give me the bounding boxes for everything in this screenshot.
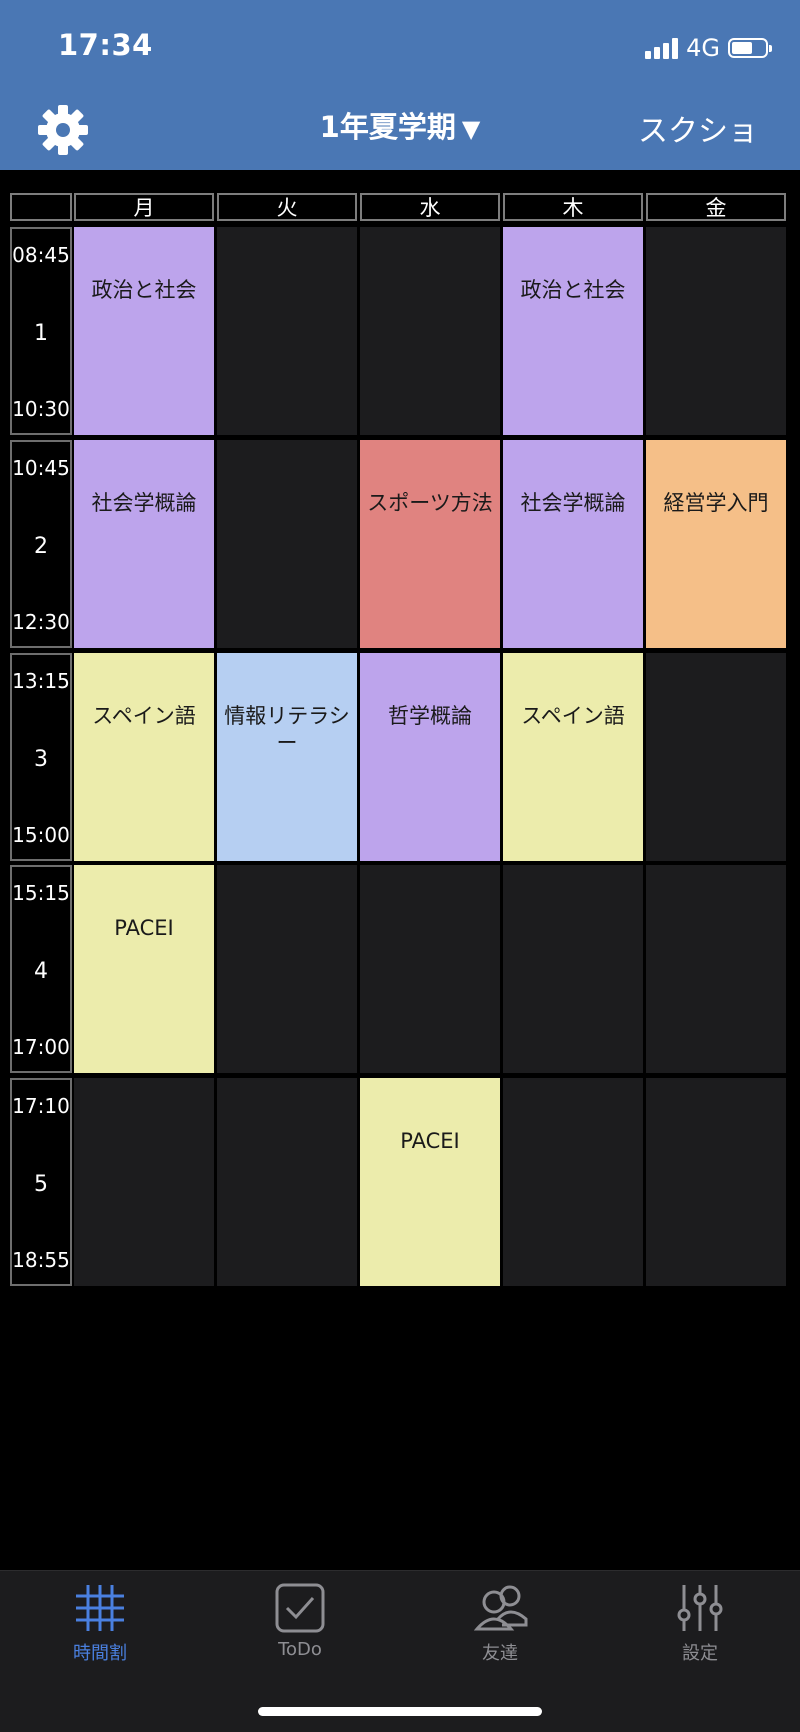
period-number: 3 bbox=[34, 747, 48, 772]
tab-timetable[interactable]: 時間割 bbox=[0, 1571, 200, 1681]
empty-cell[interactable] bbox=[360, 227, 500, 435]
empty-cell[interactable] bbox=[503, 865, 643, 1073]
period-start-time: 10:45 bbox=[12, 456, 70, 480]
period-start-time: 13:15 bbox=[12, 669, 70, 693]
course-name: PACEI bbox=[114, 916, 174, 940]
period-time-column: 10:45 2 12:30 bbox=[10, 440, 72, 648]
empty-cell[interactable] bbox=[646, 865, 786, 1073]
day-header: 木 bbox=[503, 193, 643, 221]
period-start-time: 08:45 bbox=[12, 243, 70, 267]
course-name: 政治と社会 bbox=[520, 278, 626, 302]
course-name: 経営学入門 bbox=[663, 491, 769, 515]
corner-header bbox=[10, 193, 72, 221]
course-cell[interactable]: 哲学概論 bbox=[360, 653, 500, 861]
day-header: 火 bbox=[217, 193, 357, 221]
course-cell[interactable]: PACEI bbox=[74, 865, 214, 1073]
course-name: 社会学概論 bbox=[91, 491, 197, 515]
course-name: 哲学概論 bbox=[388, 704, 472, 728]
period-end-time: 10:30 bbox=[12, 397, 70, 421]
course-cell[interactable]: スペイン語 bbox=[74, 653, 214, 861]
tab-friends[interactable]: 友達 bbox=[400, 1571, 600, 1681]
course-name: 情報リテラシー bbox=[224, 704, 350, 755]
grid-icon bbox=[76, 1585, 124, 1631]
course-name: 政治と社会 bbox=[91, 278, 197, 302]
period-number: 2 bbox=[34, 534, 48, 559]
period-time-column: 13:15 3 15:00 bbox=[10, 653, 72, 861]
course-cell[interactable]: 経営学入門 bbox=[646, 440, 786, 648]
period-time-column: 17:10 5 18:55 bbox=[10, 1078, 72, 1286]
course-name: スペイン語 bbox=[92, 704, 196, 728]
tab-todo[interactable]: ToDo bbox=[200, 1571, 400, 1681]
tab-label: 設定 bbox=[682, 1643, 718, 1664]
tab-label: ToDo bbox=[278, 1639, 322, 1660]
period-number: 1 bbox=[34, 321, 48, 346]
tab-settings[interactable]: 設定 bbox=[600, 1571, 800, 1681]
empty-cell[interactable] bbox=[217, 865, 357, 1073]
empty-cell[interactable] bbox=[74, 1078, 214, 1286]
day-header: 月 bbox=[74, 193, 214, 221]
empty-cell[interactable] bbox=[646, 653, 786, 861]
course-cell[interactable]: 社会学概論 bbox=[74, 440, 214, 648]
course-cell[interactable]: PACEI bbox=[360, 1078, 500, 1286]
course-cell[interactable]: 政治と社会 bbox=[503, 227, 643, 435]
period-time-column: 08:45 1 10:30 bbox=[10, 227, 72, 435]
period-time-column: 15:15 4 17:00 bbox=[10, 865, 72, 1073]
empty-cell[interactable] bbox=[646, 1078, 786, 1286]
day-header: 水 bbox=[360, 193, 500, 221]
course-name: 社会学概論 bbox=[520, 491, 626, 515]
period-number: 4 bbox=[34, 959, 48, 984]
empty-cell[interactable] bbox=[217, 227, 357, 435]
empty-cell[interactable] bbox=[503, 1078, 643, 1286]
period-end-time: 12:30 bbox=[12, 610, 70, 634]
course-cell[interactable]: スポーツ方法 bbox=[360, 440, 500, 648]
timetable-grid: 月火水木金 08:45 1 10:30 政治と社会 政治と社会 10:45 2 12:30 社会学… bbox=[0, 0, 800, 1300]
course-name: PACEI bbox=[400, 1129, 460, 1153]
checkbox-icon bbox=[275, 1583, 325, 1633]
course-cell[interactable]: 情報リテラシー bbox=[217, 653, 357, 861]
course-name: スポーツ方法 bbox=[367, 491, 493, 515]
empty-cell[interactable] bbox=[360, 865, 500, 1073]
period-number: 5 bbox=[34, 1172, 48, 1197]
day-header: 金 bbox=[646, 193, 786, 221]
people-icon bbox=[474, 1585, 528, 1631]
home-indicator bbox=[258, 1707, 542, 1716]
period-end-time: 17:00 bbox=[12, 1035, 70, 1059]
empty-cell[interactable] bbox=[646, 227, 786, 435]
course-name: スペイン語 bbox=[521, 704, 625, 728]
course-cell[interactable]: スペイン語 bbox=[503, 653, 643, 861]
period-end-time: 15:00 bbox=[12, 823, 70, 847]
empty-cell[interactable] bbox=[217, 440, 357, 648]
sliders-icon bbox=[677, 1585, 723, 1631]
period-start-time: 15:15 bbox=[12, 881, 70, 905]
period-start-time: 17:10 bbox=[12, 1094, 70, 1118]
course-cell[interactable]: 政治と社会 bbox=[74, 227, 214, 435]
tab-label: 時間割 bbox=[73, 1643, 127, 1664]
tab-label: 友達 bbox=[482, 1643, 518, 1664]
empty-cell[interactable] bbox=[217, 1078, 357, 1286]
course-cell[interactable]: 社会学概論 bbox=[503, 440, 643, 648]
period-end-time: 18:55 bbox=[12, 1248, 70, 1272]
